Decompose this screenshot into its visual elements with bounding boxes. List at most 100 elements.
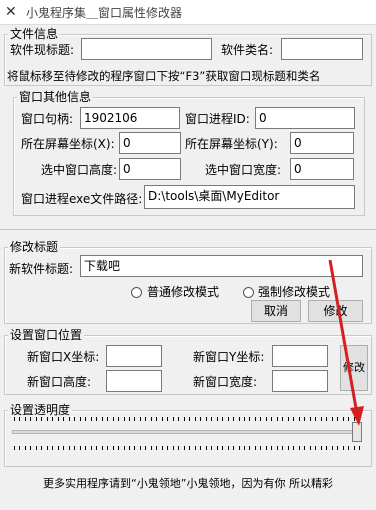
transparency-slider-track[interactable]	[12, 430, 362, 434]
exe-path-field[interactable]: D:\tools\桌面\MyEditor	[144, 185, 355, 209]
slider-tick	[233, 417, 234, 421]
slider-tick	[217, 446, 218, 450]
slider-tick	[277, 446, 278, 450]
slider-tick	[239, 446, 240, 450]
slider-tick	[30, 446, 31, 450]
slider-tick	[36, 446, 37, 450]
slider-tick	[293, 446, 294, 450]
modify-position-button[interactable]: 修改	[340, 345, 368, 391]
slider-tick	[348, 446, 349, 450]
slider-tick	[200, 446, 201, 450]
slider-tick	[30, 417, 31, 421]
slider-tick	[332, 417, 333, 421]
modify-title-legend: 修改标题	[8, 240, 61, 254]
slider-tick	[14, 446, 15, 450]
slider-tick	[282, 417, 283, 421]
slider-tick	[47, 417, 48, 421]
slider-tick	[228, 417, 229, 421]
current-title-field[interactable]	[81, 38, 212, 60]
slider-tick	[91, 417, 92, 421]
slider-tick	[288, 417, 289, 421]
force-mode-radio[interactable]	[243, 287, 254, 298]
new-y-field[interactable]	[272, 345, 328, 367]
slider-tick	[69, 417, 70, 421]
slider-tick	[173, 417, 174, 421]
slider-tick	[140, 417, 141, 421]
file-info-legend: 文件信息	[8, 27, 61, 41]
slider-tick	[326, 446, 327, 450]
new-x-field[interactable]	[106, 345, 162, 367]
slider-tick	[304, 417, 305, 421]
slider-tick	[244, 446, 245, 450]
window-height-field[interactable]: 0	[119, 158, 181, 180]
slider-tick	[74, 417, 75, 421]
class-name-field[interactable]	[281, 38, 363, 60]
slider-tick	[277, 417, 278, 421]
new-width-field[interactable]	[272, 370, 328, 392]
transparency-legend: 设置透明度	[8, 403, 73, 417]
slider-tick	[266, 417, 267, 421]
slider-tick	[249, 446, 250, 450]
slider-tick	[310, 417, 311, 421]
title-bar: ✕ 小鬼程序集＿窗口属性修改器	[0, 0, 376, 25]
slider-tick	[118, 417, 119, 421]
slider-tick	[25, 446, 26, 450]
slider-tick	[282, 446, 283, 450]
slider-tick	[96, 446, 97, 450]
current-title-label: 软件现标题:	[10, 43, 75, 57]
slider-tick	[167, 446, 168, 450]
slider-tick	[222, 446, 223, 450]
slider-tick	[211, 417, 212, 421]
slider-tick	[14, 417, 15, 421]
slider-tick	[315, 417, 316, 421]
normal-mode-label[interactable]: 普通修改模式	[147, 284, 219, 300]
slider-tick	[36, 417, 37, 421]
slider-tick	[74, 446, 75, 450]
slider-tick	[178, 417, 179, 421]
slider-tick	[151, 446, 152, 450]
slider-tick	[260, 417, 261, 421]
modify-title-button[interactable]: 修改	[308, 300, 363, 322]
slider-tick	[299, 417, 300, 421]
window-width-field[interactable]: 0	[290, 158, 354, 180]
slider-tick	[228, 446, 229, 450]
slider-tick	[162, 417, 163, 421]
slider-tick	[293, 417, 294, 421]
slider-tick	[326, 417, 327, 421]
slider-tick	[189, 446, 190, 450]
slider-tick	[162, 446, 163, 450]
handle-label: 窗口句柄:	[21, 112, 74, 126]
cancel-button[interactable]: 取消	[251, 300, 301, 322]
transparency-slider-thumb[interactable]	[352, 422, 362, 442]
slider-tick	[145, 446, 146, 450]
slider-tick	[85, 417, 86, 421]
class-name-label: 软件类名:	[221, 43, 274, 57]
normal-mode-radio[interactable]	[131, 287, 142, 298]
slider-tick	[102, 417, 103, 421]
pid-field[interactable]: 0	[255, 107, 355, 129]
slider-tick	[222, 417, 223, 421]
slider-ticks-bottom	[14, 446, 360, 451]
slider-tick	[195, 417, 196, 421]
screen-x-label: 所在屏幕坐标(X):	[21, 137, 115, 151]
screen-y-field[interactable]: 0	[290, 132, 354, 154]
slider-tick	[343, 417, 344, 421]
slider-tick	[91, 446, 92, 450]
slider-tick	[167, 417, 168, 421]
new-height-field[interactable]	[106, 370, 162, 392]
new-height-label: 新窗口高度:	[27, 375, 92, 389]
screen-y-label: 所在屏幕坐标(Y):	[185, 137, 278, 151]
new-x-label: 新窗口X坐标:	[27, 350, 100, 364]
screen-x-field[interactable]: 0	[119, 132, 181, 154]
slider-tick	[189, 417, 190, 421]
slider-tick	[80, 446, 81, 450]
slider-tick	[113, 446, 114, 450]
slider-tick	[255, 446, 256, 450]
slider-tick	[337, 417, 338, 421]
window-height-label: 选中窗口高度:	[41, 163, 118, 177]
other-info-legend: 窗口其他信息	[17, 90, 94, 104]
force-mode-label[interactable]: 强制修改模式	[258, 284, 330, 300]
new-title-field[interactable]: 下载吧	[80, 255, 363, 277]
slider-tick	[255, 417, 256, 421]
handle-field[interactable]: 1902106	[80, 107, 180, 129]
